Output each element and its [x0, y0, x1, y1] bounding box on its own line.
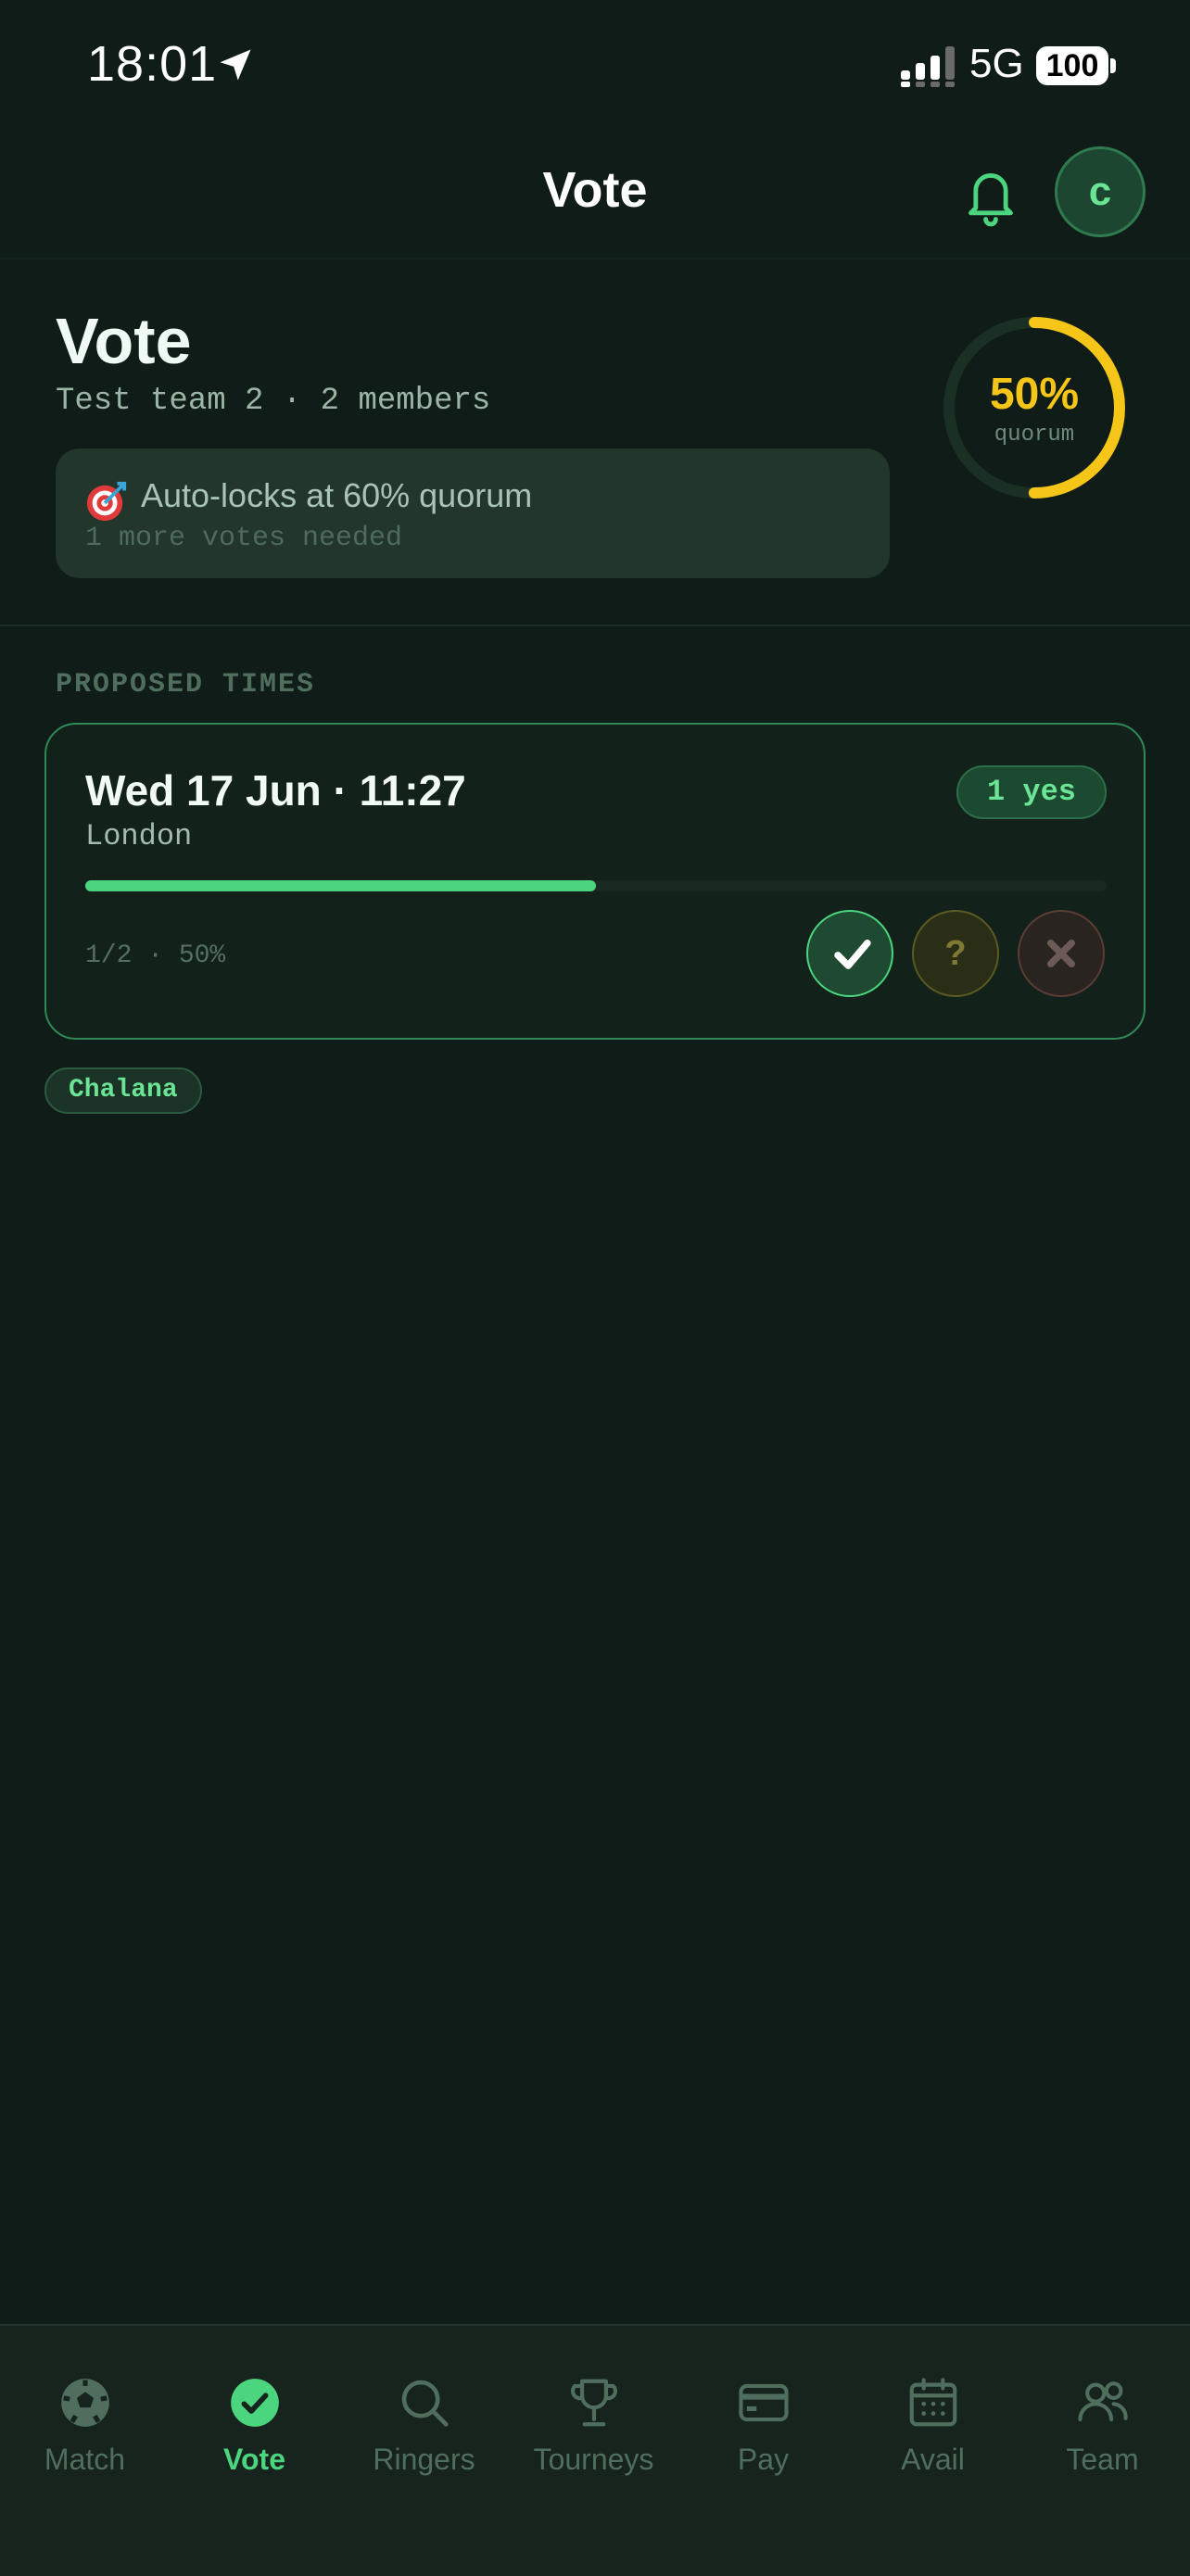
calendar-icon	[909, 2378, 957, 2427]
header-divider	[0, 258, 1190, 259]
tab-label: Ringers	[373, 2443, 475, 2476]
page-title: Vote	[56, 305, 192, 377]
search-icon	[401, 2380, 449, 2427]
people-icon	[1078, 2381, 1128, 2422]
auto-lock-text: Auto-locks at 60% quorum	[141, 476, 533, 514]
avatar[interactable]: c	[1055, 146, 1146, 237]
auto-lock-notice: Auto-locks at 60% quorum 1 more votes ne…	[56, 448, 890, 578]
tab-label: Tourneys	[533, 2443, 654, 2476]
vote-yes-button[interactable]	[806, 910, 893, 997]
tab-pay[interactable]: Pay	[678, 2326, 848, 2493]
network-label: 5G	[969, 41, 1024, 86]
check-icon	[834, 940, 871, 969]
tab-label: Vote	[223, 2443, 285, 2476]
tab-avail[interactable]: Avail	[848, 2326, 1018, 2493]
check-circle-icon	[231, 2379, 279, 2427]
quorum-label: quorum	[994, 423, 1075, 448]
section-label: PROPOSED TIMES	[56, 669, 316, 701]
tab-vote[interactable]: Vote	[170, 2326, 339, 2493]
status-bar: 18:01 5G 100	[0, 0, 1190, 130]
signal-icon	[901, 46, 955, 87]
proposed-time-title: Wed 17 Jun · 11:27	[85, 766, 466, 814]
quorum-percent: 50%	[989, 370, 1080, 419]
vote-no-button[interactable]	[1018, 910, 1105, 997]
battery-indicator: 100	[1036, 46, 1108, 85]
target-icon	[86, 481, 127, 522]
proposed-time-location: London	[85, 819, 193, 853]
section-divider	[0, 625, 1190, 626]
votes-needed-text: 1 more votes needed	[85, 523, 403, 554]
vote-progress-fill	[85, 880, 596, 891]
trophy-icon	[570, 2379, 618, 2427]
tab-match[interactable]: Match	[0, 2326, 170, 2493]
vote-count-text: 1/2 · 50%	[85, 941, 226, 970]
tab-tourneys[interactable]: Tourneys	[509, 2326, 678, 2493]
vote-progress-track	[85, 880, 1107, 891]
card-icon	[739, 2383, 789, 2422]
team-subtitle: Test team 2 · 2 members	[56, 384, 491, 419]
soccer-ball-icon	[61, 2379, 109, 2427]
top-header: Vote c	[0, 130, 1190, 259]
battery-tip	[1110, 58, 1116, 73]
tab-label: Match	[44, 2443, 126, 2476]
yes-count-badge: 1 yes	[956, 765, 1107, 819]
bottom-tab-bar: Match Vote Ringers Tourneys Pay Avail Te…	[0, 2324, 1190, 2576]
tab-label: Team	[1066, 2443, 1139, 2476]
status-time: 18:01	[87, 36, 218, 92]
bell-icon[interactable]	[960, 163, 1021, 228]
voter-chip: Chalana	[44, 1067, 202, 1114]
tab-label: Pay	[737, 2443, 790, 2476]
tab-ringers[interactable]: Ringers	[339, 2326, 509, 2493]
vote-maybe-button[interactable]: ?	[912, 910, 999, 997]
location-arrow-icon	[220, 49, 251, 81]
proposed-time-card[interactable]: Wed 17 Jun · 11:27 London 1 yes 1/2 · 50…	[44, 723, 1146, 1040]
tab-team[interactable]: Team	[1018, 2326, 1187, 2493]
tab-label: Avail	[901, 2443, 965, 2476]
close-icon	[1047, 940, 1075, 967]
